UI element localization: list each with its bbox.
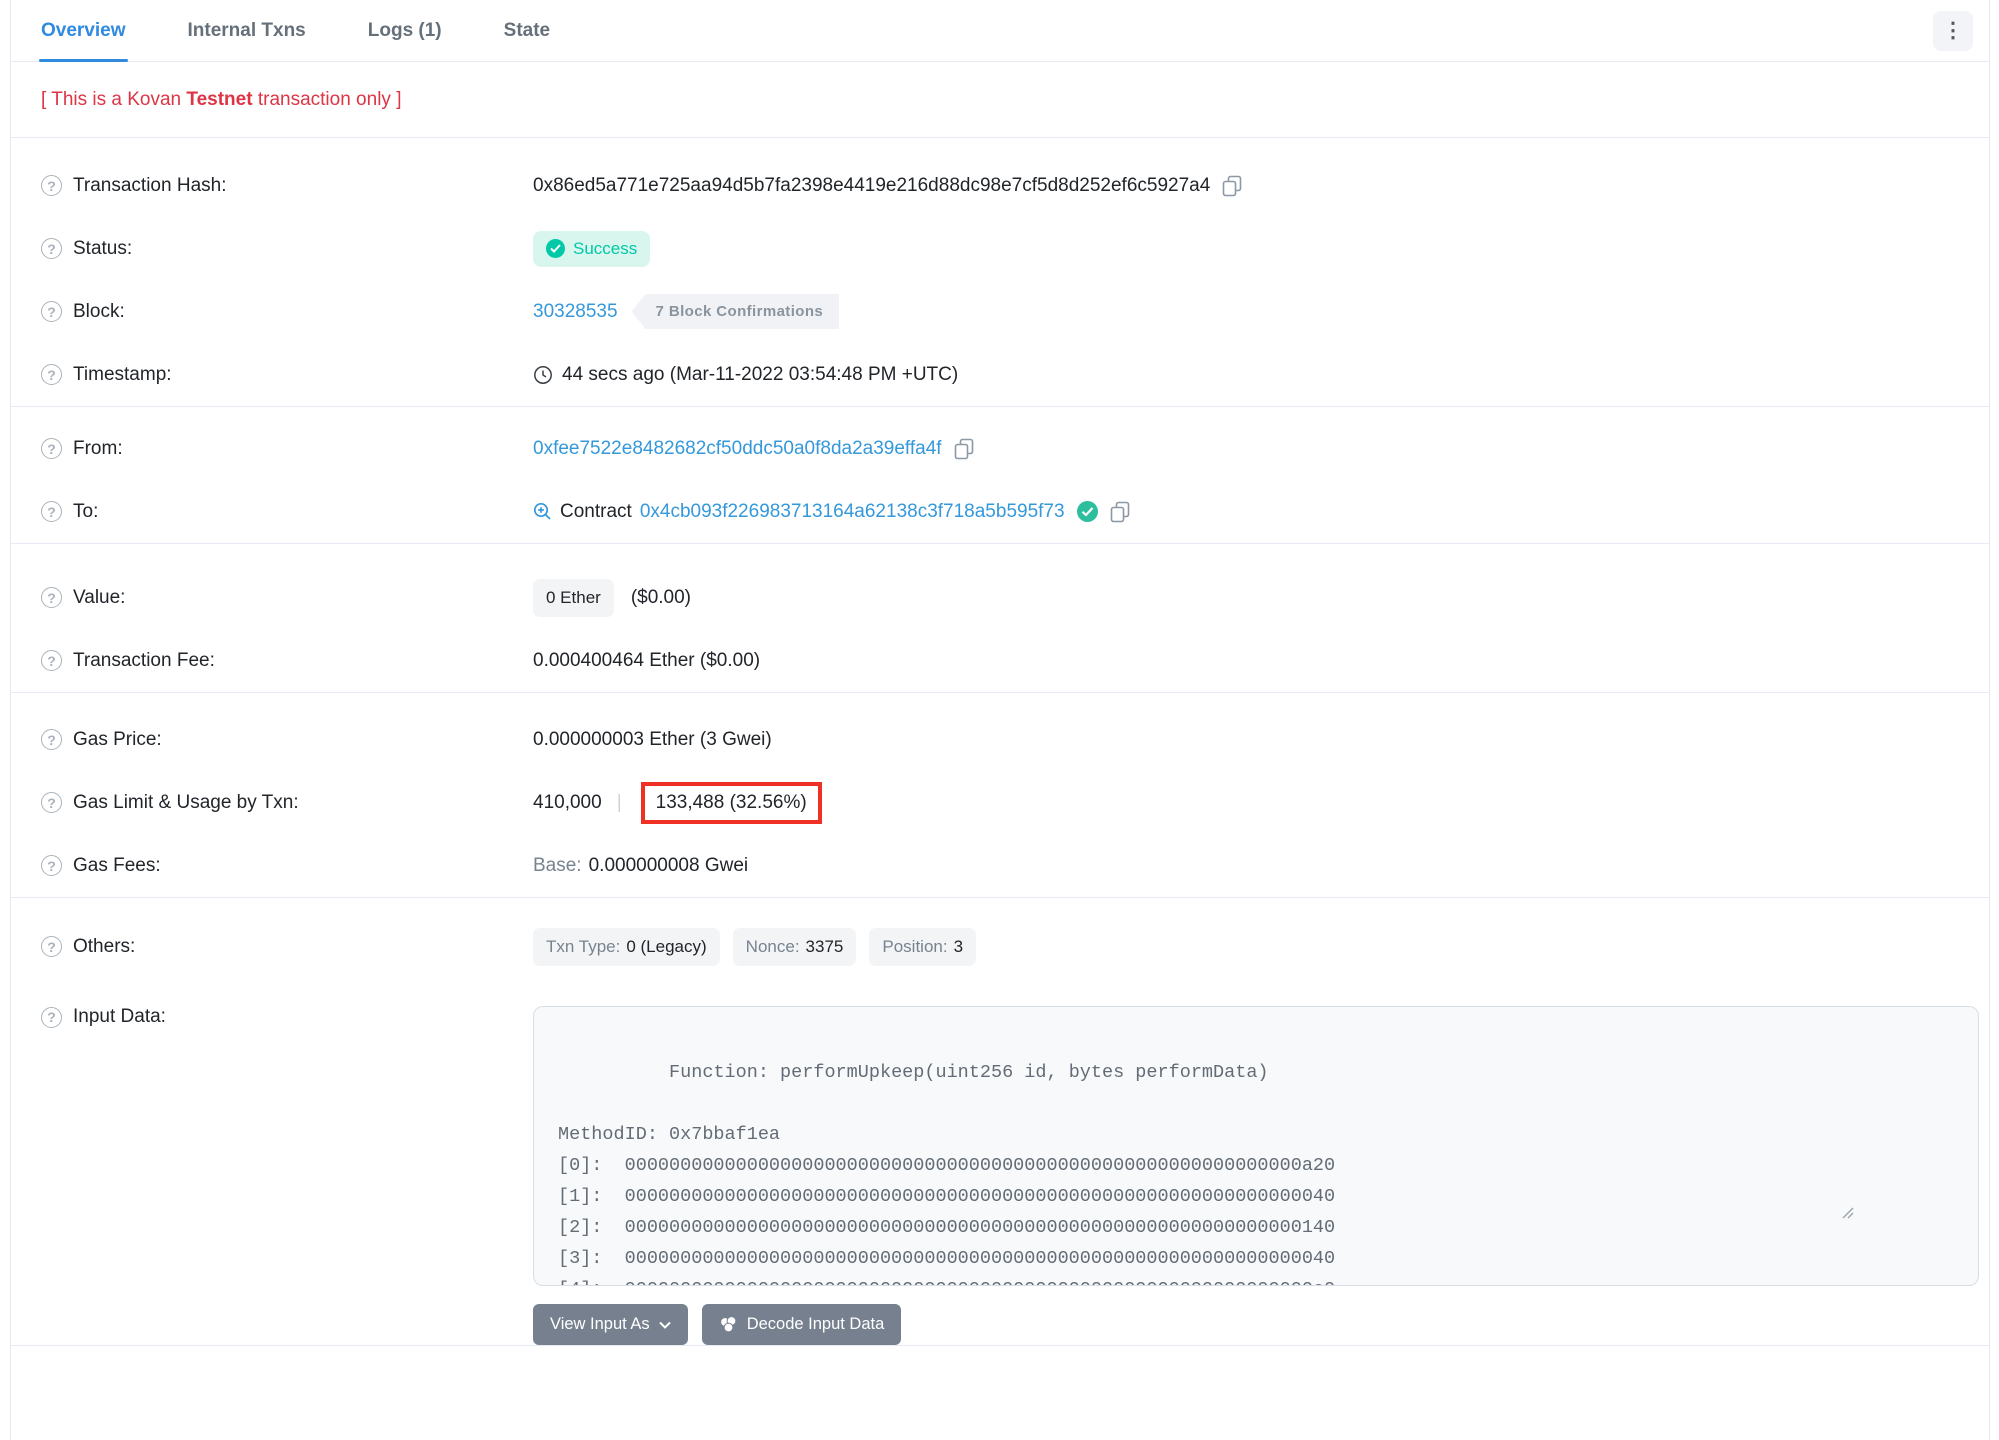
status-label: Status: [73,237,133,259]
input-data-label: Input Data: [73,1006,166,1027]
from-address-link[interactable]: 0xfee7522e8482682cf50ddc50a0f8da2a39effa… [533,438,942,460]
help-icon[interactable]: ? [41,364,62,385]
status-value: Success [573,238,638,258]
view-input-as-label: View Input As [550,1315,650,1333]
block-number-link[interactable]: 30328535 [533,301,618,323]
testnet-note-bold: Testnet [186,89,253,110]
to-address-link[interactable]: 0x4cb093f226983713164a62138c3f718a5b595f… [640,501,1065,523]
help-icon[interactable]: ? [41,175,62,196]
help-icon[interactable]: ? [41,650,62,671]
to-label: To: [73,500,99,522]
gas-fees-base-label: Base: [533,854,582,876]
from-label: From: [73,437,123,459]
help-icon[interactable]: ? [41,729,62,750]
gas-fees-base-value: 0.000000008 Gwei [588,854,749,876]
help-icon[interactable]: ? [41,301,62,322]
position-name: Position: [882,936,948,956]
copy-icon[interactable] [954,438,974,460]
gas-usage-value: 133,488 (32.56%) [655,791,807,813]
help-icon[interactable]: ? [41,238,62,259]
testnet-note-suffix: transaction only ] [252,89,402,110]
tab-state[interactable]: State [504,0,550,61]
testnet-note-prefix: [ This is a Kovan [41,89,187,110]
gas-usage-annotation-box: 133,488 (32.56%) [640,781,822,824]
gas-limit-label: Gas Limit & Usage by Txn: [73,791,299,813]
ether-value-badge: 0 Ether [533,578,614,617]
tab-overview[interactable]: Overview [39,0,127,62]
position-badge: Position: 3 [869,927,977,966]
block-confirmations-badge: 7 Block Confirmations [631,294,840,329]
row-from: ? From: 0xfee7522e8482682cf50ddc50a0f8da… [41,417,1979,480]
decode-input-data-label: Decode Input Data [746,1315,885,1333]
magnifier-plus-icon[interactable] [533,502,552,521]
help-icon[interactable]: ? [41,1006,62,1028]
row-gas-fees: ? Gas Fees: Base: 0.000000008 Gwei [41,834,1979,897]
nonce-badge: Nonce: 3375 [732,927,857,966]
gas-fees-label: Gas Fees: [73,854,161,876]
clock-icon [533,365,553,385]
input-data-content: Function: performUpkeep(uint256 id, byte… [558,1062,1336,1285]
transaction-fee-label: Transaction Fee: [73,649,215,671]
value-usd: ($0.00) [630,586,692,608]
help-icon[interactable]: ? [41,438,62,459]
row-gas-limit-usage: ? Gas Limit & Usage by Txn: 410,000 | 13… [41,771,1979,834]
verified-check-icon [1076,501,1098,522]
gas-price-value: 0.000000003 Ether (3 Gwei) [533,728,772,750]
txn-type-value: 0 (Legacy) [626,936,707,956]
help-icon[interactable]: ? [41,501,62,522]
row-block: ? Block: 30328535 7 Block Confirmations [41,280,1979,343]
help-icon[interactable]: ? [41,855,62,876]
row-input-data: ? Input Data: Function: performUpkeep(ui… [41,978,1979,1286]
txn-type-name: Txn Type: [546,936,621,956]
view-input-as-button[interactable]: View Input As [533,1304,688,1345]
row-others: ? Others: Txn Type: 0 (Legacy) Nonce: 33… [41,915,1979,978]
input-data-textarea[interactable]: Function: performUpkeep(uint256 id, byte… [533,1006,1979,1286]
chevron-down-icon [658,1321,671,1329]
nonce-name: Nonce: [745,936,800,956]
decode-icon [719,1315,738,1334]
row-to: ? To: Contract 0x4cb093f226983713164a621… [41,480,1979,543]
transaction-hash-value: 0x86ed5a771e725aa94d5b7fa2398e4419e216d8… [533,174,1211,196]
transaction-fee-value: 0.000400464 Ether ($0.00) [533,649,761,671]
row-gas-price: ? Gas Price: 0.000000003 Ether (3 Gwei) [41,708,1979,771]
row-transaction-hash: ? Transaction Hash: 0x86ed5a771e725aa94d… [41,154,1979,217]
row-status: ? Status: Success [41,217,1979,280]
gas-price-label: Gas Price: [73,728,162,750]
decode-input-data-button[interactable]: Decode Input Data [701,1304,902,1345]
row-value: ? Value: 0 Ether ($0.00) [41,566,1979,629]
gas-limit-value: 410,000 [533,791,602,813]
transaction-hash-label: Transaction Hash: [73,174,227,196]
tab-logs[interactable]: Logs (1) [368,0,442,61]
help-icon[interactable]: ? [41,587,62,608]
help-icon[interactable]: ? [41,936,62,957]
to-contract-word: Contract [560,500,632,522]
resize-grip-icon[interactable] [1841,1144,1974,1281]
tab-bar: Overview Internal Txns Logs (1) State ⋮ [11,0,1989,62]
testnet-note: [ This is a Kovan Testnet transaction on… [41,62,1979,137]
status-badge: Success [533,230,651,267]
transaction-card: Overview Internal Txns Logs (1) State ⋮ … [10,0,1990,1440]
tab-internal-txns[interactable]: Internal Txns [188,0,306,61]
help-icon[interactable]: ? [41,792,62,813]
row-timestamp: ? Timestamp: 44 secs ago (Mar-11-2022 03… [41,343,1979,406]
gas-limit-separator: | [616,791,622,813]
block-label: Block: [73,300,125,322]
value-label: Value: [73,586,126,608]
timestamp-label: Timestamp: [73,363,172,385]
txn-type-badge: Txn Type: 0 (Legacy) [533,927,720,966]
kebab-menu-icon[interactable]: ⋮ [1933,10,1973,51]
nonce-value: 3375 [805,936,844,956]
success-check-icon [546,239,565,258]
copy-icon[interactable] [1110,501,1130,523]
row-transaction-fee: ? Transaction Fee: 0.000400464 Ether ($0… [41,629,1979,692]
others-label: Others: [73,935,136,957]
timestamp-value: 44 secs ago (Mar-11-2022 03:54:48 PM +UT… [562,363,959,385]
copy-icon[interactable] [1222,175,1242,197]
position-value: 3 [953,936,964,956]
divider [11,1345,1989,1346]
